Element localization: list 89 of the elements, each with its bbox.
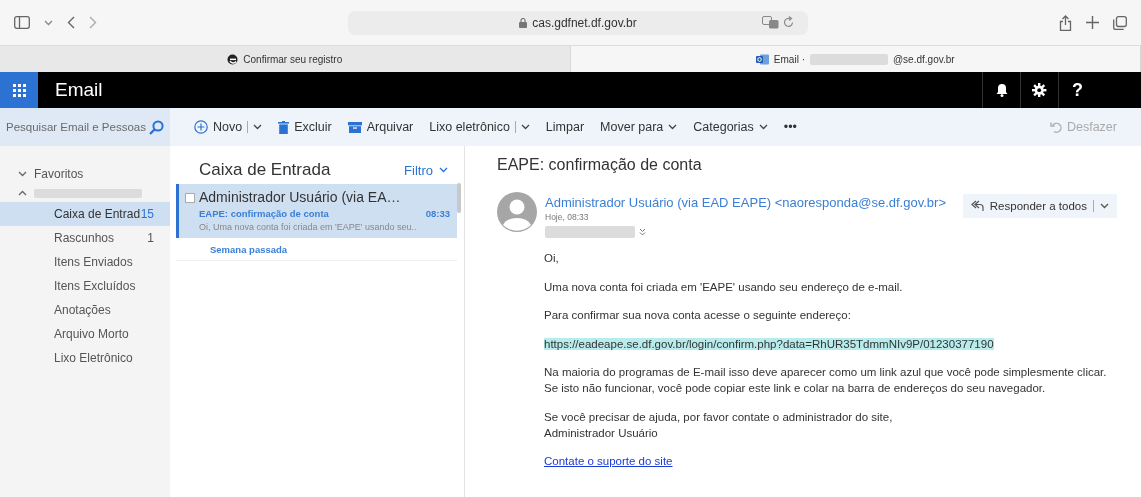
undo-button: Desfazer bbox=[1043, 119, 1123, 135]
folder-item[interactable]: Itens Enviados bbox=[0, 250, 170, 274]
message-subject: EAPE: confirmação de conta bbox=[199, 208, 329, 219]
toolbar-button[interactable]: Lixo eletrônico bbox=[429, 120, 530, 134]
new-tab-icon[interactable] bbox=[1086, 16, 1099, 29]
toolbar-button[interactable]: Arquivar bbox=[347, 120, 414, 134]
folder-name: Caixa de Entrad bbox=[54, 207, 141, 221]
tab-title: @se.df.gov.br bbox=[892, 53, 955, 65]
body-text: Se isto não funcionar, você pode copiar este link e colar na barra de endereços do seu navegador. bbox=[544, 382, 1046, 394]
bell-icon bbox=[995, 83, 1008, 97]
search-input[interactable]: Pesquisar Email e Pessoas bbox=[6, 121, 146, 133]
body-text: Oi, bbox=[544, 252, 559, 264]
chevron-down-icon bbox=[44, 19, 53, 26]
body-text: Para confirmar sua nova conta acesse o seguinte endereço: bbox=[544, 309, 851, 321]
toolbar-button[interactable]: Mover para bbox=[600, 120, 678, 134]
body-text: Administrador Usuário bbox=[544, 426, 658, 439]
toolbar-button[interactable]: Limpar bbox=[545, 120, 585, 134]
unread-count: 1 bbox=[147, 231, 154, 245]
email-date: Hoje, 08:33 bbox=[545, 212, 590, 222]
scrollbar-thumb[interactable] bbox=[457, 183, 461, 213]
sidebar-toggle-icon[interactable] bbox=[14, 16, 30, 29]
checkbox[interactable] bbox=[185, 193, 195, 203]
app-launcher-button[interactable] bbox=[0, 72, 38, 108]
lock-icon bbox=[519, 17, 528, 28]
share-icon[interactable] bbox=[1059, 14, 1072, 31]
trash-icon bbox=[278, 120, 290, 134]
expand-icon[interactable] bbox=[639, 228, 646, 236]
chevron-down-icon bbox=[439, 167, 448, 173]
archive-icon bbox=[347, 121, 362, 133]
back-icon[interactable] bbox=[67, 16, 75, 29]
message-preview: Oi, Uma nova conta foi criada em 'EAPE' usando seu.. bbox=[199, 222, 418, 232]
reload-icon[interactable] bbox=[783, 15, 794, 28]
settings-icon bbox=[1032, 82, 1047, 98]
email-subject: EAPE: confirmação de conta bbox=[497, 156, 703, 175]
chevron-down-icon bbox=[1100, 203, 1109, 209]
more-button[interactable]: ••• bbox=[783, 120, 797, 134]
folder-name: Lixo Eletrônico bbox=[54, 351, 133, 365]
folder-item[interactable]: Itens Excluídos bbox=[0, 274, 170, 298]
app-title: Email bbox=[54, 79, 104, 101]
search-icon bbox=[149, 119, 164, 135]
chevron-down-icon bbox=[18, 171, 27, 177]
body-text: Se você precisar de ajuda, por favor contate o administrador do site, bbox=[544, 410, 893, 423]
message-item[interactable]: Administrador Usuário (via EA… EAPE: confirmação de conta 08:33 Oi, Uma nova conta foi criada em 'EAPE' usando seu.. bbox=[176, 184, 457, 238]
folder-item[interactable]: Rascunhos 1 bbox=[0, 226, 170, 250]
folder-item[interactable]: Arquivo Morto bbox=[0, 322, 170, 346]
chevron-down-icon bbox=[758, 124, 768, 130]
reply-all-icon bbox=[970, 200, 984, 212]
body-text: Uma nova conta foi criada em 'EAPE' usando seu endereço de e-mail. bbox=[544, 280, 903, 293]
folder-name: Rascunhos bbox=[54, 231, 115, 245]
folder-item[interactable]: Caixa de Entrad15 bbox=[0, 202, 170, 226]
highlighted-url: https://eadeape.se.df.gov.br/login/confirm.php?data=RhUR35TdmmNIv9P/01230377190 bbox=[544, 337, 994, 350]
message-time: 08:33 bbox=[425, 208, 450, 219]
body-text: Na maioria do programas de E-mail isso deve aparecer como um link azul que você pode simplesmente clicar. bbox=[544, 366, 1107, 378]
e-logo-icon bbox=[227, 53, 239, 65]
chevron-down-icon bbox=[253, 124, 263, 130]
chevron-down-icon bbox=[668, 124, 678, 130]
tab-title: Confirmar seu registro bbox=[243, 53, 343, 65]
filter-button[interactable]: Filtro bbox=[398, 161, 454, 179]
folder-item[interactable]: Anotações bbox=[0, 298, 170, 322]
folder-title: Caixa de Entrada bbox=[199, 160, 331, 180]
folder-item[interactable]: Lixo Eletrônico bbox=[0, 346, 170, 370]
address-text: cas.gdfnet.df.gov.br bbox=[532, 15, 637, 30]
group-header: Semana passada bbox=[176, 238, 457, 261]
chevron-down-icon bbox=[520, 124, 530, 130]
support-link[interactable]: Contate o suporte do site bbox=[544, 455, 673, 467]
mail-app-icon bbox=[755, 53, 769, 65]
translate-icon[interactable] bbox=[762, 15, 779, 29]
favorites-header[interactable]: Favoritos bbox=[0, 164, 170, 184]
search-field[interactable]: Pesquisar Email e Pessoas bbox=[0, 108, 170, 146]
reply-all-button[interactable]: Responder a todos bbox=[962, 194, 1117, 218]
message-sender: Administrador Usuário (via EA… bbox=[199, 189, 402, 205]
unread-count: 15 bbox=[140, 207, 154, 221]
tab-title: Email · bbox=[773, 53, 805, 65]
folder-name: Anotações bbox=[54, 303, 111, 317]
sender-address[interactable]: Administrador Usuário (via EAD EAPE) <naoresponda@se.df.gov.br> bbox=[545, 195, 955, 210]
folder-name: Itens Enviados bbox=[54, 255, 133, 269]
undo-icon bbox=[1049, 121, 1062, 133]
folder-name: Arquivo Morto bbox=[54, 327, 129, 341]
avatar-icon bbox=[497, 192, 537, 232]
toolbar-button[interactable]: Excluir bbox=[278, 120, 332, 134]
browser-tab[interactable]: Email · @se.df.gov.br bbox=[570, 46, 1141, 72]
toolbar-button[interactable]: Novo bbox=[194, 120, 263, 134]
address-bar[interactable]: cas.gdfnet.df.gov.br bbox=[348, 10, 808, 35]
plus-circle-icon bbox=[194, 120, 208, 134]
grid-icon bbox=[12, 83, 26, 97]
tab-overview-icon[interactable] bbox=[1113, 15, 1127, 30]
toolbar-button[interactable]: Categorias bbox=[693, 120, 768, 134]
chevron-up-icon bbox=[18, 190, 27, 196]
folder-name: Itens Excluídos bbox=[54, 279, 136, 293]
